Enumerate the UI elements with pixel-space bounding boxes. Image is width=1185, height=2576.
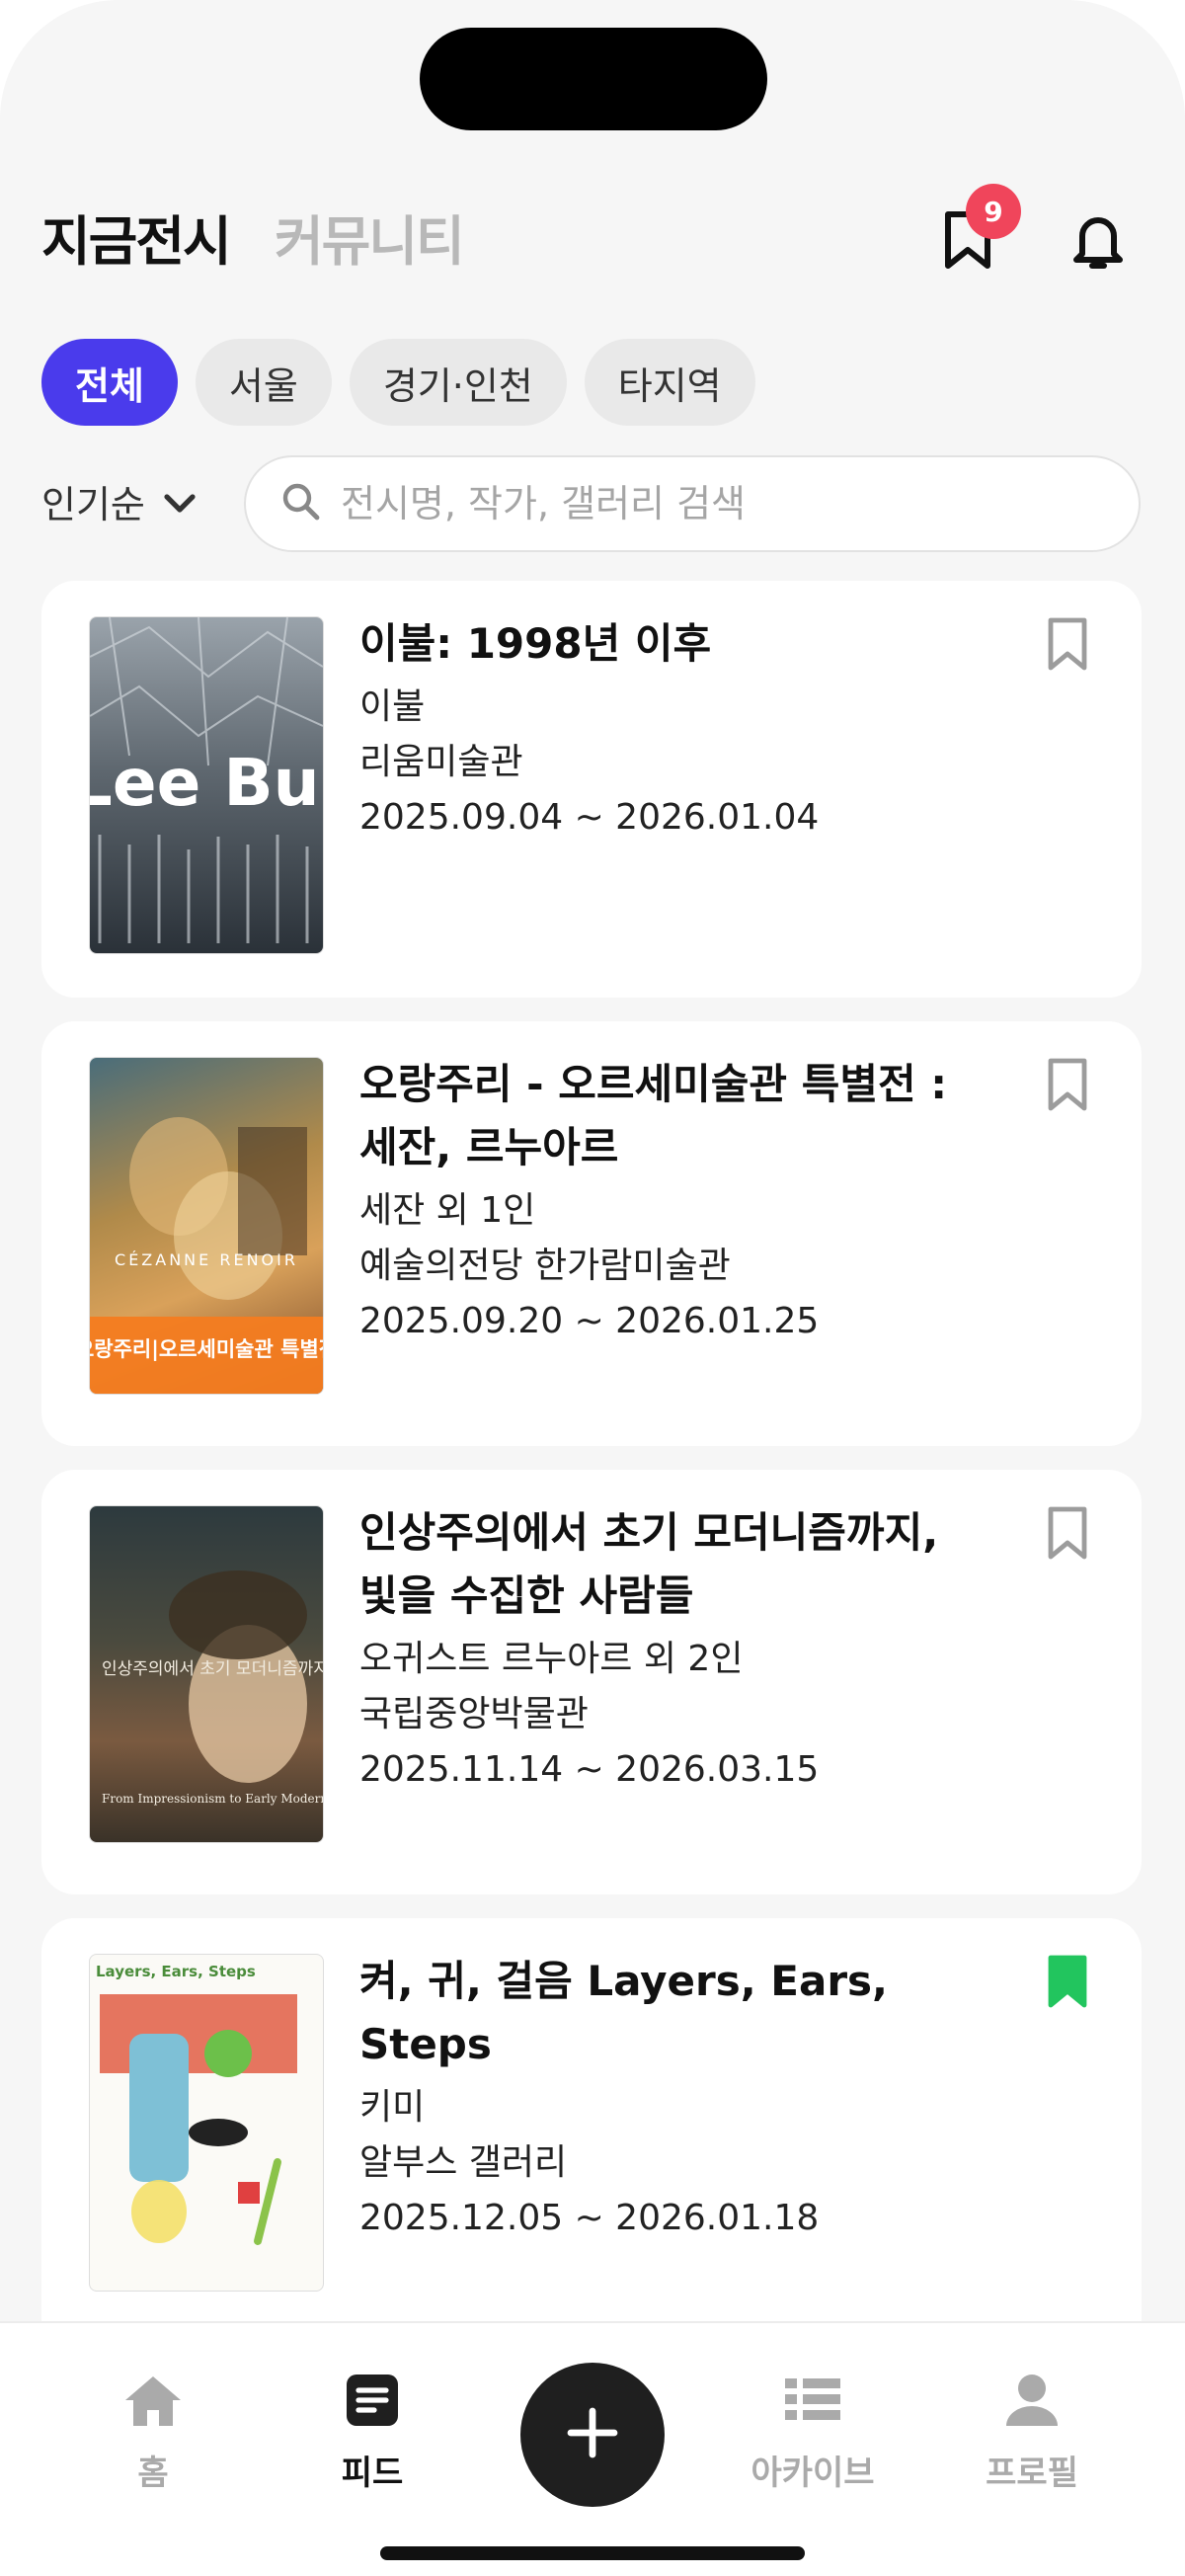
poster-subtitle: From Impressionism to Early Modernism bbox=[102, 1792, 323, 1806]
region-filter: 전체 서울 경기·인천 타지역 bbox=[41, 339, 755, 426]
tab-now-exhibitions[interactable]: 지금전시 bbox=[41, 198, 232, 276]
bookmark-icon[interactable] bbox=[1045, 616, 1090, 672]
exhibition-artist: 키미 bbox=[359, 2087, 426, 2128]
plus-icon bbox=[565, 2405, 620, 2464]
nav-label: 아카이브 bbox=[750, 2454, 875, 2493]
search-bar[interactable] bbox=[244, 455, 1141, 552]
bookmark-filled-icon[interactable] bbox=[1045, 1954, 1090, 2009]
home-indicator bbox=[380, 2546, 805, 2560]
exhibition-title: 오랑주리 - 오르세미술관 특별전 : 세잔, 르누아르 bbox=[359, 1060, 948, 1171]
exhibition-poster: 인상주의에서 초기 모더니즘까지 From Impressionism to E… bbox=[89, 1505, 324, 1843]
search-icon bbox=[281, 482, 321, 525]
exhibition-dates: 2025.11.14 ~ 2026.03.15 bbox=[359, 1749, 820, 1790]
poster-title: Lee Bul bbox=[90, 745, 323, 821]
exhibition-venue: 예술의전당 한가람미술관 bbox=[359, 1246, 731, 1286]
exhibition-venue: 국립중앙박물관 bbox=[359, 1694, 589, 1734]
exhibition-card[interactable]: Layers, Ears, Steps 켜, 귀, 걸음 Layers, Ear… bbox=[41, 1918, 1142, 2353]
sort-label: 인기순 bbox=[41, 483, 145, 526]
exhibition-card[interactable]: 인상주의에서 초기 모더니즘까지 From Impressionism to E… bbox=[41, 1470, 1142, 1894]
chevron-down-icon bbox=[163, 480, 197, 523]
exhibition-poster: CÉZANNE RENOIR 오랑주리|오르세미술관 특별전 bbox=[89, 1057, 324, 1395]
bookmark-icon[interactable] bbox=[1045, 1505, 1090, 1561]
exhibition-card[interactable]: CÉZANNE RENOIR 오랑주리|오르세미술관 특별전 오랑주리 - 오르… bbox=[41, 1021, 1142, 1446]
home-icon bbox=[121, 2376, 185, 2434]
exhibition-poster: Lee Bul bbox=[89, 616, 324, 954]
exhibition-artist: 이불 bbox=[359, 686, 426, 727]
exhibition-title: 인상주의에서 초기 모더니즘까지, 빛을 수집한 사람들 bbox=[359, 1508, 939, 1620]
region-chip-seoul[interactable]: 서울 bbox=[195, 339, 332, 426]
exhibition-dates: 2025.09.20 ~ 2026.01.25 bbox=[359, 1301, 820, 1341]
exhibition-title: 켜, 귀, 걸음 Layers, Ears, Steps bbox=[359, 1957, 889, 2068]
bottom-navigation: 홈 피드 아카이브 프로필 bbox=[0, 2321, 1185, 2576]
nav-label: 피드 bbox=[341, 2454, 404, 2493]
nav-label: 홈 bbox=[137, 2454, 169, 2493]
nav-feed[interactable]: 피드 bbox=[293, 2371, 451, 2494]
feed-icon bbox=[343, 2375, 402, 2434]
bookmark-icon[interactable] bbox=[1045, 1057, 1090, 1112]
exhibition-artist: 오귀스트 르누아르 외 2인 bbox=[359, 1639, 744, 1679]
bookmark-count-badge: 9 bbox=[966, 184, 1021, 239]
poster-subtitle: 오랑주리|오르세미술관 특별전 bbox=[90, 1337, 323, 1362]
person-icon bbox=[1002, 2375, 1062, 2434]
region-chip-other[interactable]: 타지역 bbox=[584, 339, 755, 426]
dynamic-island bbox=[420, 28, 767, 130]
sort-dropdown[interactable]: 인기순 bbox=[41, 474, 197, 528]
region-chip-all[interactable]: 전체 bbox=[41, 339, 178, 426]
exhibition-venue: 알부스 갤러리 bbox=[359, 2142, 568, 2183]
exhibition-title: 이불: 1998년 이후 bbox=[359, 619, 712, 668]
nav-label: 프로필 bbox=[986, 2454, 1078, 2493]
search-input[interactable] bbox=[339, 481, 1113, 526]
tab-community[interactable]: 커뮤니티 bbox=[275, 198, 465, 276]
app-screen: 지금전시 커뮤니티 9 전체 서울 경기·인천 타지역 인기순 전시명, 작가,… bbox=[0, 0, 1185, 2576]
nav-home[interactable]: 홈 bbox=[74, 2371, 232, 2494]
list-icon bbox=[781, 2378, 844, 2434]
region-chip-gyeonggi-incheon[interactable]: 경기·인천 bbox=[349, 339, 567, 426]
bell-icon[interactable] bbox=[1059, 201, 1138, 281]
nav-profile[interactable]: 프로필 bbox=[953, 2371, 1111, 2494]
exhibition-dates: 2025.09.04 ~ 2026.01.04 bbox=[359, 797, 820, 838]
poster-title: 인상주의에서 초기 모더니즘까지 bbox=[102, 1659, 323, 1679]
exhibition-artist: 세잔 외 1인 bbox=[359, 1190, 536, 1231]
nav-archive[interactable]: 아카이브 bbox=[734, 2371, 892, 2494]
exhibition-dates: 2025.12.05 ~ 2026.01.18 bbox=[359, 2198, 820, 2238]
exhibition-venue: 리움미술관 bbox=[359, 742, 523, 782]
poster-title: Layers, Ears, Steps bbox=[96, 1963, 256, 1980]
add-button[interactable] bbox=[520, 2363, 665, 2507]
exhibition-poster: Layers, Ears, Steps bbox=[89, 1954, 324, 2292]
exhibition-card[interactable]: Lee Bul 이불: 1998년 이후 이불 리움미술관 2025.09.04… bbox=[41, 581, 1142, 998]
poster-title: CÉZANNE RENOIR bbox=[115, 1250, 298, 1269]
